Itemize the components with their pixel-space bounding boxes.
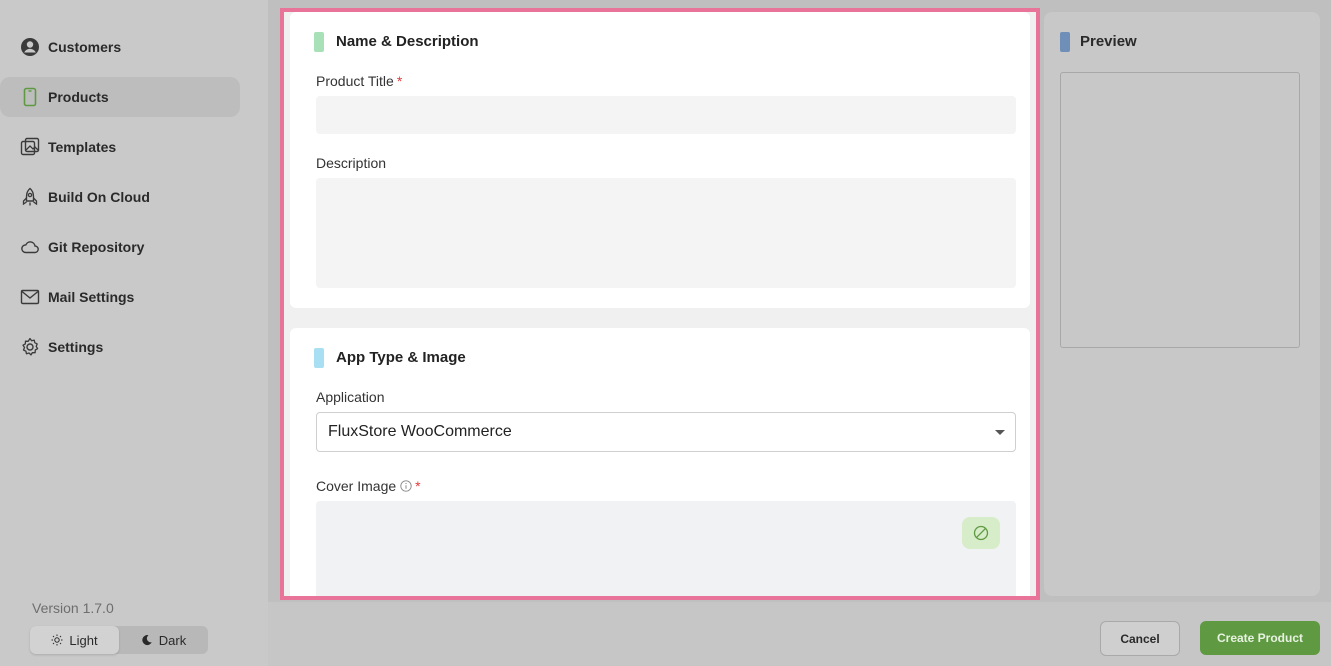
user-circle-icon bbox=[20, 37, 40, 57]
required-mark: * bbox=[396, 73, 403, 89]
phone-icon bbox=[20, 87, 40, 107]
sun-icon bbox=[51, 634, 63, 646]
sidebar-item-label: Customers bbox=[48, 39, 122, 55]
section-accent-bar bbox=[314, 348, 324, 368]
required-mark: * bbox=[415, 478, 421, 494]
mail-icon bbox=[20, 287, 40, 307]
app-type-image-section: App Type & Image Application FluxStore W… bbox=[290, 328, 1030, 596]
sidebar-item-settings[interactable]: Settings bbox=[0, 327, 240, 367]
product-form: Name & Description Product Title * Descri… bbox=[280, 8, 1040, 600]
cover-image-label-text: Cover Image bbox=[316, 478, 397, 494]
sidebar-item-products[interactable]: Products bbox=[0, 77, 240, 117]
cloud-icon bbox=[20, 237, 40, 257]
theme-toggle: Light Dark bbox=[30, 626, 208, 654]
application-label: Application bbox=[316, 389, 385, 405]
app-version: Version 1.7.0 bbox=[32, 600, 114, 616]
info-icon[interactable] bbox=[400, 480, 412, 492]
sidebar: Customers Products Templates Build On Cl… bbox=[0, 0, 268, 666]
application-select-value: FluxStore WooCommerce bbox=[328, 423, 512, 440]
section-title: App Type & Image bbox=[336, 349, 466, 366]
product-title-label-text: Product Title bbox=[316, 73, 394, 89]
preview-canvas bbox=[1060, 72, 1300, 348]
theme-light-label: Light bbox=[69, 632, 98, 648]
cover-image-dropzone[interactable] bbox=[316, 501, 1016, 596]
moon-icon bbox=[142, 635, 152, 646]
preview-accent-bar bbox=[1060, 32, 1070, 52]
product-title-input[interactable] bbox=[316, 96, 1016, 134]
description-textarea[interactable] bbox=[316, 178, 1016, 288]
section-title: Name & Description bbox=[336, 33, 479, 50]
description-label: Description bbox=[316, 155, 387, 171]
sidebar-item-label: Settings bbox=[48, 339, 104, 355]
rocket-icon bbox=[20, 187, 40, 207]
sidebar-item-templates[interactable]: Templates bbox=[0, 127, 240, 167]
theme-light-button[interactable]: Light bbox=[30, 626, 119, 654]
sidebar-item-label: Mail Settings bbox=[48, 289, 135, 305]
cover-image-clear-button[interactable] bbox=[962, 517, 1000, 549]
theme-dark-button[interactable]: Dark bbox=[119, 626, 208, 654]
caret-down-icon bbox=[995, 430, 1005, 435]
sidebar-item-label: Build On Cloud bbox=[48, 189, 150, 205]
sidebar-item-git-repository[interactable]: Git Repository bbox=[0, 227, 240, 267]
sidebar-item-mail-settings[interactable]: Mail Settings bbox=[0, 277, 240, 317]
preview-title: Preview bbox=[1080, 33, 1137, 50]
theme-dark-label: Dark bbox=[158, 632, 187, 648]
block-icon bbox=[973, 525, 989, 541]
preview-panel: Preview bbox=[1044, 12, 1320, 596]
application-select[interactable]: FluxStore WooCommerce bbox=[316, 412, 1016, 452]
sidebar-item-label: Templates bbox=[48, 139, 117, 155]
create-product-button[interactable]: Create Product bbox=[1200, 621, 1320, 655]
product-title-label: Product Title * bbox=[316, 72, 402, 90]
gear-icon bbox=[20, 337, 40, 357]
images-icon bbox=[20, 137, 40, 157]
cancel-button[interactable]: Cancel bbox=[1100, 621, 1180, 656]
name-description-section: Name & Description Product Title * Descri… bbox=[290, 12, 1030, 308]
sidebar-item-customers[interactable]: Customers bbox=[0, 27, 240, 67]
sidebar-item-build-on-cloud[interactable]: Build On Cloud bbox=[0, 177, 240, 217]
section-accent-bar bbox=[314, 32, 324, 52]
sidebar-item-label: Products bbox=[48, 89, 109, 105]
sidebar-item-label: Git Repository bbox=[48, 239, 145, 255]
cover-image-label: Cover Image * bbox=[316, 477, 421, 495]
